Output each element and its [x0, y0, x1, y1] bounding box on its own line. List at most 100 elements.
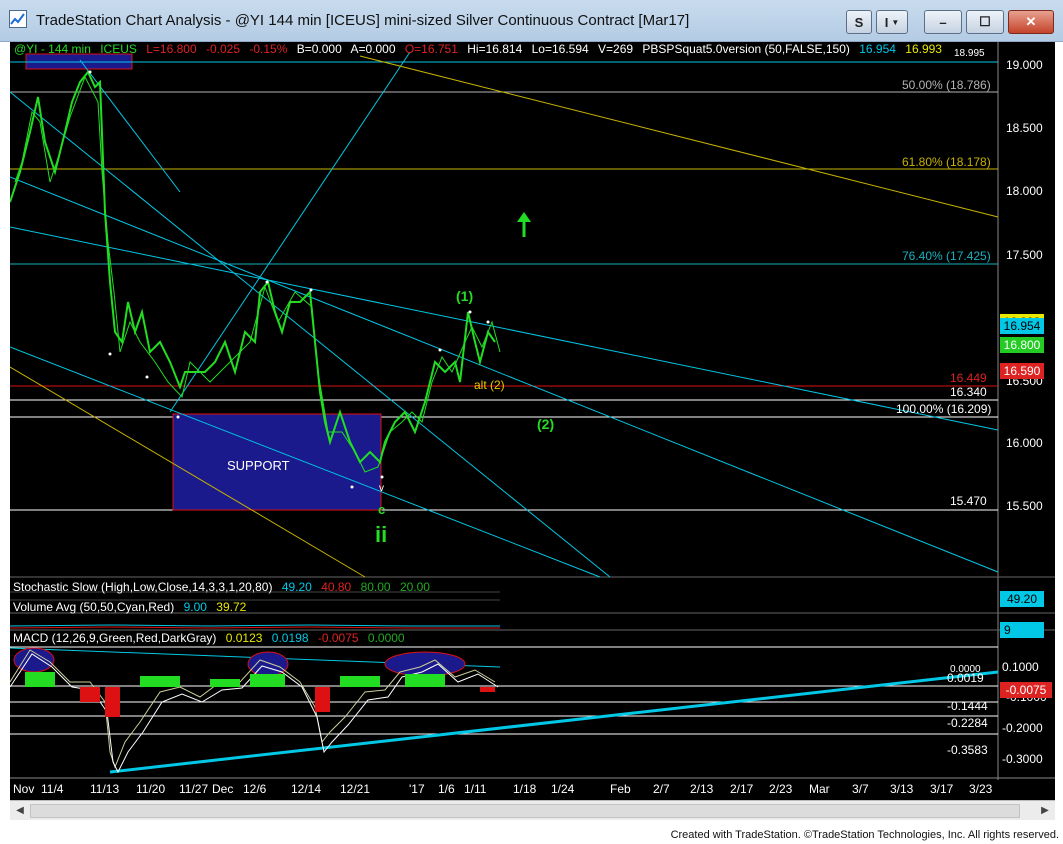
channel-line-5	[169, 51, 411, 413]
macd-line-label-4: -0.3583	[947, 743, 988, 757]
date-tick: 3/23	[969, 782, 993, 796]
volume-v2: 39.72	[216, 600, 247, 614]
maximize-button[interactable]: ☐	[966, 10, 1004, 34]
wave-v-label: v	[379, 483, 384, 494]
date-tick: 1/6	[438, 782, 455, 796]
date-tick: 3/17	[930, 782, 954, 796]
scroll-thumb[interactable]	[30, 804, 1020, 818]
close-button[interactable]: ✕	[1008, 10, 1054, 34]
date-tick: 1/11	[464, 782, 487, 796]
stochastic-v2: 40.80	[321, 580, 352, 594]
i-dropdown-button[interactable]: I ▼	[876, 10, 908, 34]
date-tick: 2/7	[653, 782, 670, 796]
macd-v1: 0.0123	[225, 631, 263, 645]
stochastic-name: Stochastic Slow (High,Low,Close,14,3,3,1…	[13, 580, 273, 594]
fib-764-label: 76.40% (17.425)	[902, 249, 991, 263]
support-label: SUPPORT	[227, 458, 290, 473]
macd-v3: -0.0075	[317, 631, 359, 645]
copyright-footer: Created with TradeStation. ©TradeStation…	[670, 829, 1059, 841]
wave-1-label: (1)	[456, 288, 474, 304]
tradestation-app-icon	[9, 10, 27, 28]
date-tick: Feb	[610, 782, 631, 796]
macd-tick: -0.2000	[1002, 721, 1043, 735]
bid-value: B=0.000	[296, 42, 342, 56]
date-tick: 12/21	[340, 782, 371, 796]
channel-line-2	[10, 176, 999, 573]
volume-name: Volume Avg (50,50,Cyan,Red)	[13, 600, 175, 614]
exchange-label: ICEUS	[100, 42, 137, 56]
price-box-16590: 16.590	[1000, 363, 1044, 379]
window-titlebar: TradeStation Chart Analysis - @YI 144 mi…	[0, 0, 1063, 42]
study-value-2: 16.993	[905, 42, 942, 56]
s-button[interactable]: S	[846, 10, 872, 34]
macd-v2: 0.0198	[271, 631, 309, 645]
chart-area[interactable]: @YI - 144 min ICEUS L=16.800 -0.025 -0.1…	[10, 42, 1055, 800]
volume-v1: 9.00	[183, 600, 207, 614]
channel-line-4	[10, 346, 601, 578]
macd-label: MACD (12,26,9,Green,Red,DarkGray) 0.0123…	[13, 631, 411, 645]
date-tick: 11/20	[136, 782, 166, 796]
high-value: Hi=16.814	[467, 42, 523, 56]
stochastic-box: 49.20	[1000, 591, 1044, 607]
price-box-16954: 16.954	[1000, 318, 1044, 334]
date-tick: '17	[409, 782, 425, 796]
date-tick: Mar	[809, 782, 830, 796]
date-tick: 11/4	[41, 782, 64, 796]
minimize-button[interactable]: –	[924, 10, 962, 34]
level-15470-label: 15.470	[950, 494, 987, 508]
date-tick: 12/6	[243, 782, 267, 796]
level-16449-label: 16.449	[950, 371, 987, 385]
wave-c-label: c	[378, 502, 386, 517]
dropdown-caret-icon: ▼	[891, 17, 900, 27]
wave-2-label: (2)	[537, 416, 555, 432]
ask-value: A=0.000	[350, 42, 396, 56]
fib-100-label: 100.00% (16.209)	[896, 402, 992, 416]
level-16340-label: 16.340	[950, 385, 987, 399]
date-tick: 1/18	[513, 782, 537, 796]
study-value-1: 16.954	[859, 42, 896, 56]
date-tick: 2/17	[730, 782, 754, 796]
window-title: TradeStation Chart Analysis - @YI 144 mi…	[36, 12, 690, 29]
alt-wave-2-label: alt (2)	[474, 378, 505, 392]
stochastic-label: Stochastic Slow (High,Low,Close,14,3,3,1…	[13, 580, 436, 594]
stochastic-v4: 20.00	[399, 580, 430, 594]
scroll-right-icon[interactable]: ▶	[1038, 804, 1052, 818]
wave-ii-label: ii	[375, 522, 388, 547]
date-tick: 1/24	[551, 782, 575, 796]
fib-618-label: 61.80% (18.178)	[902, 155, 991, 169]
macd-box: -0.0075	[1000, 682, 1052, 698]
macd-cut-label: 0.0000	[950, 664, 981, 675]
change-pct: -0.15%	[249, 42, 288, 56]
price-series	[10, 70, 496, 464]
date-tick: 3/7	[852, 782, 869, 796]
volume-label: Volume Avg (50,50,Cyan,Red) 9.00 39.72	[13, 600, 252, 614]
macd-line-label-3: -0.2284	[947, 716, 988, 730]
price-tick: 15.500	[1006, 499, 1043, 513]
price-tick: 16.000	[1006, 436, 1043, 450]
symbol-label: @YI - 144 min	[14, 42, 91, 56]
date-tick: 2/13	[690, 782, 714, 796]
date-tick: 2/23	[769, 782, 793, 796]
price-box-16800: 16.800	[1000, 337, 1044, 353]
price-tick: 18.500	[1006, 121, 1043, 135]
study-label: PBSPSquat5.0version (50,FALSE,150)	[642, 42, 850, 56]
fib-50-label: 50.00% (18.786)	[902, 78, 991, 92]
i-button-label: I	[884, 14, 889, 30]
last-price: L=16.800	[146, 42, 197, 56]
date-tick: Dec	[212, 782, 234, 796]
macd-line-label-2: -0.1444	[947, 699, 988, 713]
chart-canvas	[10, 42, 1055, 780]
date-tick: 12/14	[291, 782, 322, 796]
stochastic-v3: 80.00	[360, 580, 391, 594]
date-tick: Nov	[13, 782, 35, 796]
date-tick: 11/13	[90, 782, 120, 796]
scroll-left-icon[interactable]: ◀	[13, 804, 27, 818]
horizontal-scrollbar[interactable]: ◀ ▶	[10, 800, 1055, 820]
open-value: O=16.751	[404, 42, 458, 56]
macd-tick: -0.3000	[1002, 752, 1043, 766]
change-value: -0.025	[205, 42, 241, 56]
date-tick: 11/27	[179, 782, 209, 796]
top-cut-label: 18.995	[954, 48, 985, 59]
price-tick: 18.000	[1006, 184, 1043, 198]
low-value: Lo=16.594	[531, 42, 589, 56]
